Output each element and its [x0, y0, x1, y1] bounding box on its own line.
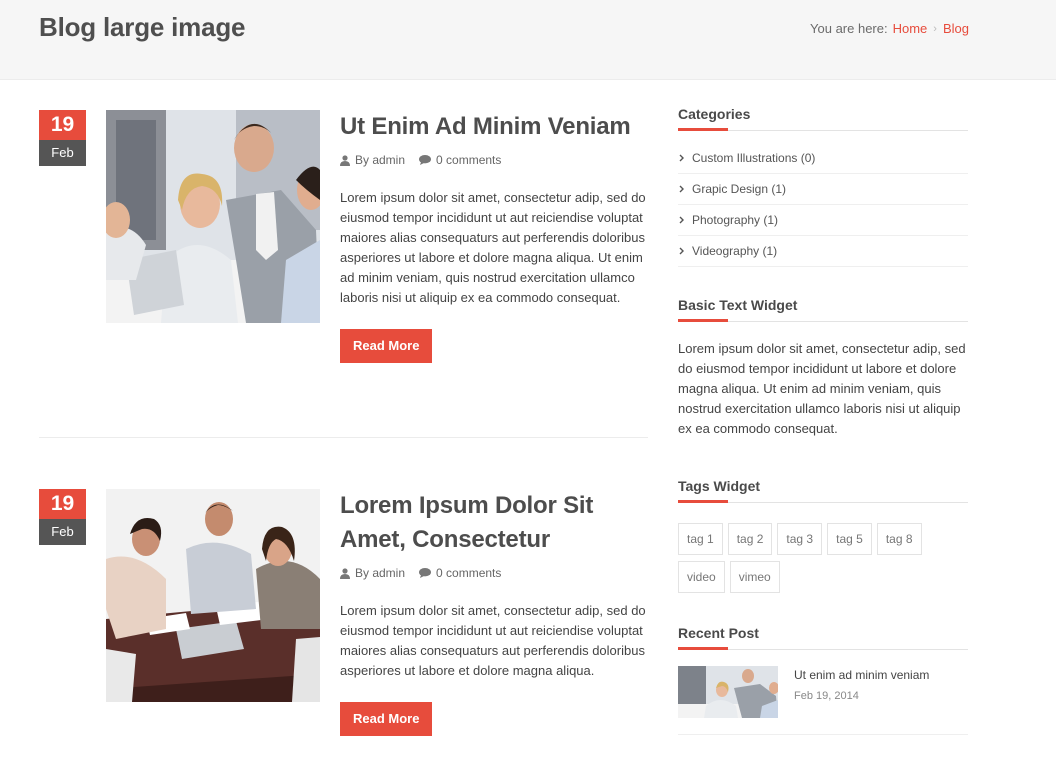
date-day: 19: [39, 489, 86, 519]
author-name: By admin: [355, 566, 406, 580]
breadcrumb-blog-link[interactable]: Blog: [943, 21, 969, 36]
office-team-thumbnail: [678, 666, 778, 718]
tag-link[interactable]: tag 3: [777, 523, 823, 555]
breadcrumb: You are here: Home › Blog: [810, 21, 969, 36]
post-body: Ut Enim Ad Minim Veniam By admin 0 comme…: [340, 110, 650, 363]
post-comments[interactable]: 0 comments: [419, 153, 501, 167]
category-item[interactable]: Custom Illustrations (0): [678, 143, 968, 174]
tag-link[interactable]: vimeo: [729, 561, 780, 593]
date-month: Feb: [39, 140, 86, 166]
tag-link[interactable]: video: [678, 561, 725, 593]
category-label: Videography (1): [692, 243, 778, 258]
recent-post-title[interactable]: Ut enim ad minim veniam: [794, 668, 929, 682]
breadcrumb-prefix: You are here:: [810, 21, 888, 36]
post-image[interactable]: [106, 110, 320, 323]
meeting-photo: [106, 489, 320, 702]
category-label: Grapic Design (1): [692, 181, 787, 196]
recent-posts-widget: Recent Post Ut enim ad minim veniam Feb …: [678, 625, 968, 735]
date-day: 19: [39, 110, 86, 140]
author-name: By admin: [355, 153, 406, 167]
post-excerpt: Lorem ipsum dolor sit amet, consectetur …: [340, 603, 646, 678]
chevron-right-icon: [679, 154, 684, 162]
user-icon: [340, 567, 350, 579]
chevron-right-icon: [679, 216, 684, 224]
post-body: Lorem Ipsum Dolor Sit Amet, Consectetur …: [340, 489, 650, 736]
widget-title: Tags Widget: [678, 478, 968, 503]
comment-count: 0 comments: [436, 566, 502, 580]
widget-title: Basic Text Widget: [678, 297, 968, 322]
category-item[interactable]: Grapic Design (1): [678, 174, 968, 205]
widget-title: Recent Post: [678, 625, 968, 650]
read-more-button[interactable]: Read More: [340, 702, 433, 736]
post-author[interactable]: By admin: [340, 566, 405, 580]
post-comments[interactable]: 0 comments: [419, 566, 501, 580]
comment-count: 0 comments: [436, 153, 502, 167]
category-label: Photography (1): [692, 212, 779, 227]
text-widget: Basic Text Widget Lorem ipsum dolor sit …: [678, 297, 968, 439]
categories-widget: Categories Custom Illustrations (0) Grap…: [678, 106, 968, 267]
breadcrumb-home-link[interactable]: Home: [893, 21, 928, 36]
blog-post: 19 Feb Ut Enim Ad Minim Veniam By admin …: [39, 110, 648, 438]
tags-widget: Tags Widget tag 1 tag 2 tag 3 tag 5 tag …: [678, 478, 968, 599]
recent-post-date: Feb 19, 2014: [794, 690, 859, 702]
post-image[interactable]: [106, 489, 320, 702]
post-title[interactable]: Lorem Ipsum Dolor Sit Amet, Consectetur: [340, 489, 650, 557]
comment-icon: [419, 568, 432, 578]
post-meta: By admin 0 comments: [340, 153, 650, 167]
chevron-right-icon: ›: [933, 22, 937, 35]
tag-cloud: tag 1 tag 2 tag 3 tag 5 tag 8 video vime…: [678, 523, 968, 599]
text-widget-body: Lorem ipsum dolor sit amet, consectetur …: [678, 341, 966, 436]
page-title: Blog large image: [39, 12, 246, 42]
date-badge: 19 Feb: [39, 110, 86, 166]
widget-title: Categories: [678, 106, 968, 131]
tag-link[interactable]: tag 1: [678, 523, 723, 555]
user-icon: [340, 154, 350, 166]
recent-post-info: Ut enim ad minim veniam Feb 19, 2014: [794, 666, 929, 718]
chevron-right-icon: [679, 185, 684, 193]
tag-link[interactable]: tag 8: [876, 523, 922, 555]
date-month: Feb: [39, 519, 86, 545]
category-list: Custom Illustrations (0) Grapic Design (…: [678, 143, 968, 267]
tag-link[interactable]: tag 2: [727, 523, 773, 555]
tag-link[interactable]: tag 5: [827, 523, 872, 555]
category-label: Custom Illustrations (0): [692, 150, 816, 165]
recent-post-item[interactable]: Ut enim ad minim veniam Feb 19, 2014: [678, 666, 968, 735]
post-author[interactable]: By admin: [340, 153, 405, 167]
chevron-right-icon: [679, 247, 684, 255]
comment-icon: [419, 155, 432, 165]
post-meta: By admin 0 comments: [340, 566, 650, 580]
recent-post-thumbnail[interactable]: [678, 666, 778, 718]
date-badge: 19 Feb: [39, 489, 86, 545]
blog-post: 19 Feb Lorem Ipsum Dolor Sit Amet, Conse…: [39, 489, 648, 772]
sidebar: Categories Custom Illustrations (0) Grap…: [678, 106, 968, 735]
office-team-photo: [106, 110, 320, 323]
category-item[interactable]: Photography (1): [678, 205, 968, 236]
category-item[interactable]: Videography (1): [678, 236, 968, 267]
post-title[interactable]: Ut Enim Ad Minim Veniam: [340, 110, 650, 144]
read-more-button[interactable]: Read More: [340, 329, 433, 363]
page-header: Blog large image You are here: Home › Bl…: [0, 0, 1056, 80]
post-excerpt: Lorem ipsum dolor sit amet, consectetur …: [340, 190, 646, 305]
